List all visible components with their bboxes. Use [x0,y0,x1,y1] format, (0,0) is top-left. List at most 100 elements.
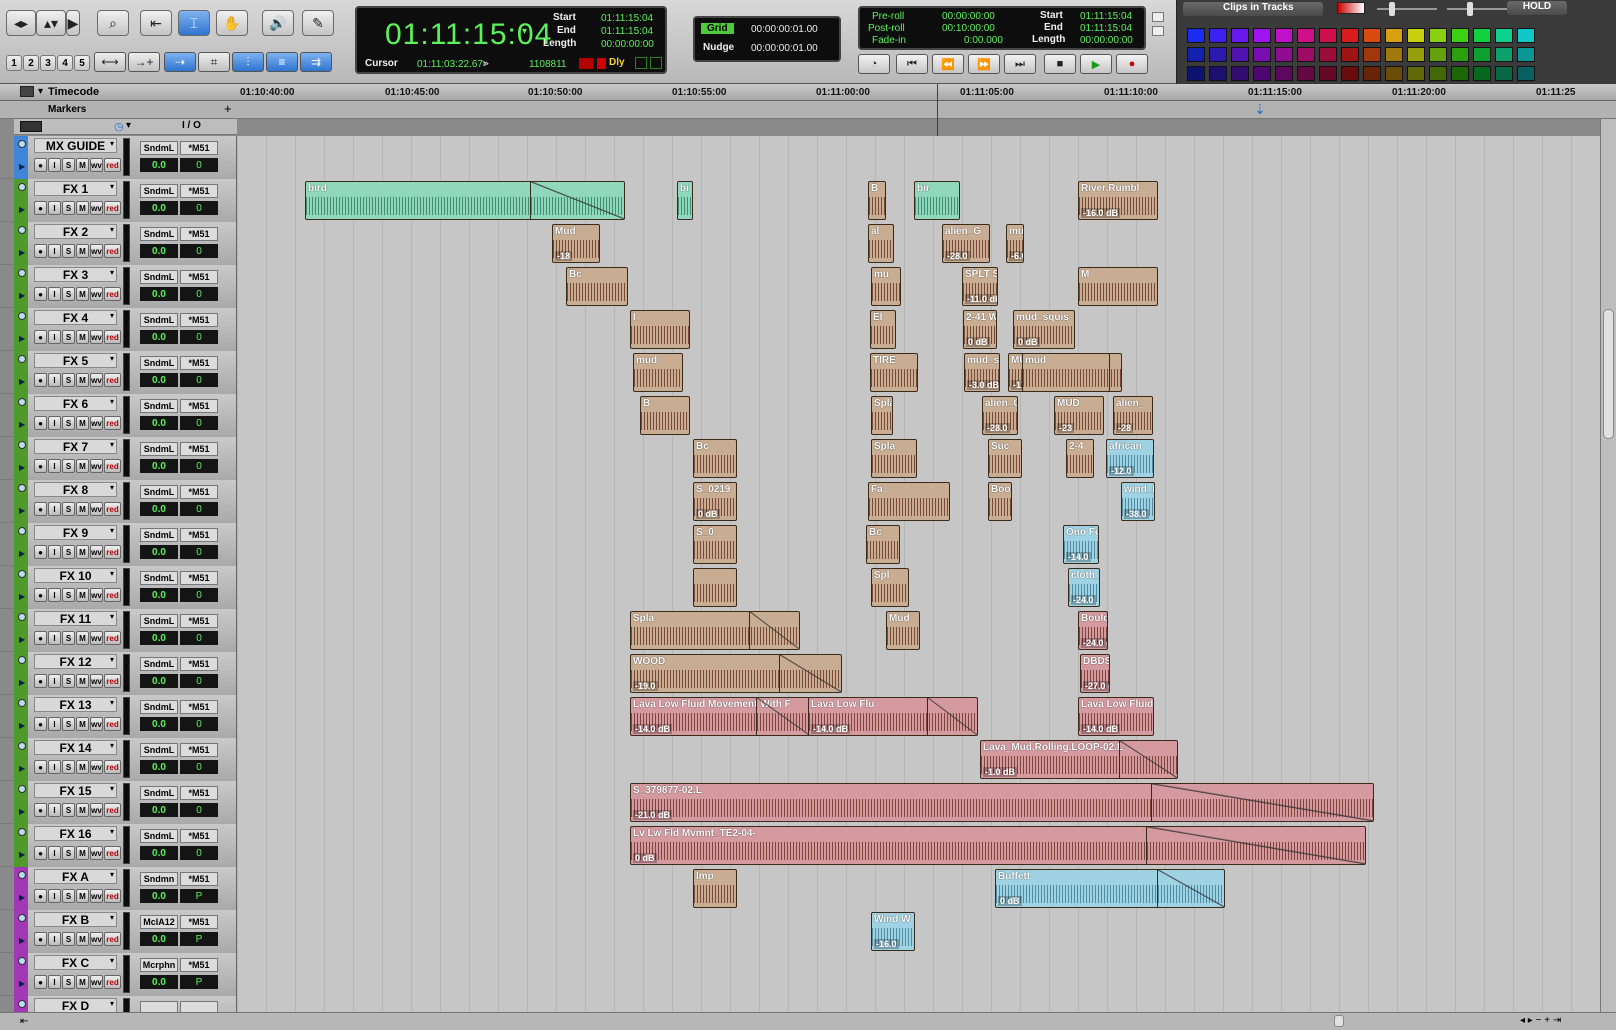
solo-button[interactable]: S [62,330,75,344]
track-name[interactable]: FX 5 [34,353,117,368]
audio-clip[interactable]: Spla [871,396,893,435]
audio-clip[interactable]: BoulderRock Debris -24.0 dB [1078,611,1108,650]
input-monitor-button[interactable]: I [48,287,61,301]
track-playlist-lane[interactable]: Mud -18 al alien_G -28.0 mud_squish -6.0… [237,222,1600,265]
automation-read-button[interactable]: red [104,846,121,860]
marker-locator-icon[interactable]: ⇣ [1254,101,1266,118]
audio-clip[interactable]: Bc [566,267,628,306]
automation-read-button[interactable]: red [104,201,121,215]
color-swatch[interactable] [1407,47,1425,62]
track-select-icon[interactable] [18,140,26,148]
track-expand-icon[interactable]: ▶ [19,635,25,644]
mute-button[interactable]: M [76,717,89,731]
audio-clip[interactable]: african -12.0 [1106,439,1154,478]
track-expand-icon[interactable]: ▶ [19,979,25,988]
track-select-icon[interactable] [18,484,26,492]
audio-clip[interactable]: Boo [988,482,1012,521]
track-select-icon[interactable] [18,527,26,535]
volume-value[interactable]: 0.0 [140,330,178,344]
automation-read-button[interactable]: red [104,932,121,946]
color-swatch[interactable] [1429,28,1447,43]
clip-gain[interactable]: -14.0 dB [633,724,673,734]
grid-preset-3[interactable]: 3 [40,55,56,71]
audio-clip[interactable]: alien_G -28.0 [942,224,990,263]
mute-button[interactable]: M [76,932,89,946]
audio-clip[interactable]: Imp [693,869,737,908]
play-icon[interactable]: ▶ [1080,54,1112,74]
output-selector[interactable]: *M51 [180,485,218,499]
volume-value[interactable]: 0.0 [140,244,178,258]
output-selector[interactable]: *M51 [180,442,218,456]
horizontal-scroll-thumb[interactable] [1334,1015,1344,1027]
input-monitor-button[interactable]: I [48,545,61,559]
waveform-view-button[interactable]: wv [90,717,103,731]
audio-clip[interactable]: Lava Low Fluid Movement With R -14.0 dB [1078,697,1154,736]
ruler-menu-icon[interactable] [20,86,34,97]
grid-preset-1[interactable]: 1 [6,55,22,71]
track-name-dropdown-icon[interactable]: ▾ [110,182,114,191]
output-selector[interactable]: *M51 [180,958,218,972]
track-select-icon[interactable] [18,828,26,836]
color-swatch[interactable] [1253,47,1271,62]
volume-value[interactable]: 0.0 [140,803,178,817]
color-swatch[interactable] [1275,28,1293,43]
automation-read-button[interactable]: red [104,588,121,602]
link-track-icon[interactable]: ≡ [266,52,298,72]
output-selector[interactable]: *M51 [180,270,218,284]
input-monitor-button[interactable]: I [48,201,61,215]
clip-gain[interactable]: -38.0 [1124,509,1149,519]
automation-read-button[interactable]: red [104,416,121,430]
track-playlist-lane[interactable] [237,996,1600,1012]
saturation-slider[interactable] [1377,8,1437,10]
input-monitor-button[interactable]: I [48,631,61,645]
output-selector[interactable]: *M51 [180,528,218,542]
scrubber-speaker-icon[interactable]: 🔊 [262,10,294,36]
pr-length-value[interactable]: 00:00:00:00 [1080,35,1133,46]
audio-clip[interactable]: bird [305,181,625,220]
clip-gain[interactable]: -16.0 dB [1081,208,1121,218]
track-playlist-lane[interactable]: M Bc mu SPLT Slop -11.0 dB [237,265,1600,308]
clip-gain[interactable]: -18 [555,251,573,261]
color-swatch[interactable] [1517,47,1535,62]
dly-label[interactable]: Dly [609,57,625,68]
track-select-icon[interactable] [18,1000,26,1008]
output-selector[interactable]: *M51 [180,227,218,241]
color-swatch[interactable] [1187,47,1205,62]
automation-read-button[interactable]: red [104,545,121,559]
track-name-dropdown-icon[interactable]: ▾ [110,913,114,922]
pan-value[interactable]: 0 [180,201,218,215]
trim-tool-icon[interactable]: ⇤ [140,10,172,36]
input-selector[interactable]: SndmL [140,141,178,155]
waveform-view-button[interactable]: wv [90,158,103,172]
track-playlist-lane[interactable]: BoulderRock Debris -24.0 dB Spla Mud [237,609,1600,652]
clip-gain[interactable]: -27.0 dB [1083,681,1109,691]
input-selector[interactable] [140,1001,178,1012]
color-swatch[interactable] [1517,28,1535,43]
volume-value[interactable]: 0.0 [140,373,178,387]
input-selector[interactable]: SndmL [140,786,178,800]
track-expand-icon[interactable]: ▶ [19,334,25,343]
audio-clip[interactable]: 2-41 Water, Flow Rapi 0 dB [963,310,997,349]
solo-button[interactable]: S [62,631,75,645]
mute-button[interactable]: M [76,889,89,903]
audio-clip[interactable]: al [868,224,894,263]
track-select-icon[interactable] [18,957,26,965]
color-swatch[interactable] [1473,47,1491,62]
mute-button[interactable]: M [76,244,89,258]
color-swatch[interactable] [1297,28,1315,43]
solo-button[interactable]: S [62,846,75,860]
output-selector[interactable]: *M51 [180,141,218,155]
color-swatch[interactable] [1341,66,1359,81]
color-swatch[interactable] [1495,66,1513,81]
pan-value[interactable]: 0 [180,674,218,688]
mute-button[interactable]: M [76,631,89,645]
input-selector[interactable]: SndmL [140,829,178,843]
clip-gain[interactable]: -14.0 dB [811,724,851,734]
pan-value[interactable]: 0 [180,502,218,516]
track-name-dropdown-icon[interactable]: ▾ [110,741,114,750]
track-name-dropdown-icon[interactable]: ▾ [110,612,114,621]
track-select-icon[interactable] [18,570,26,578]
track-name[interactable]: FX 1 [34,181,117,196]
input-selector[interactable]: SndmL [140,657,178,671]
track-name-dropdown-icon[interactable]: ▾ [110,784,114,793]
